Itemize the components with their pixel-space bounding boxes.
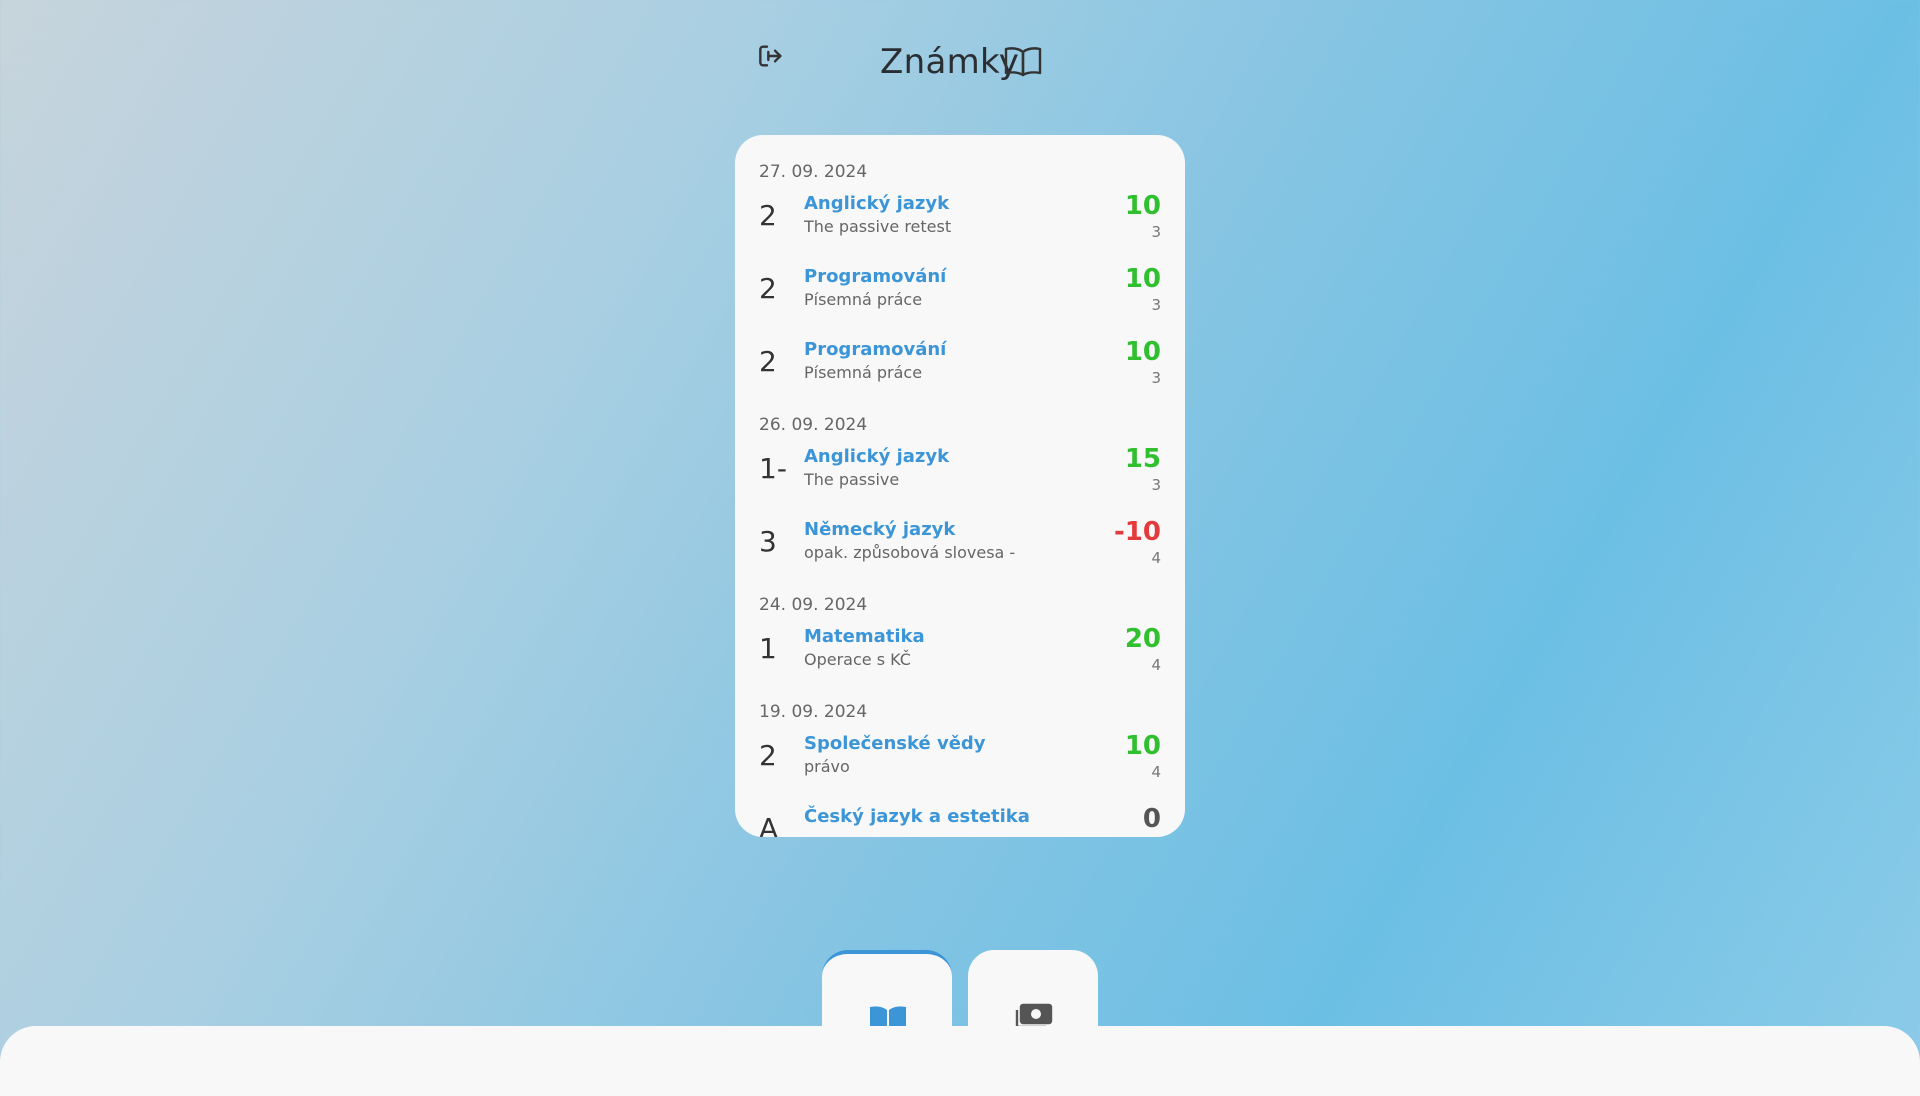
grade-value: 2: [759, 739, 777, 772]
grade-row[interactable]: 1- Anglický jazyk The passive 15 3: [759, 440, 1161, 513]
subject-name: Matematika: [804, 626, 925, 647]
open-book-icon: [1003, 44, 1043, 78]
grade-value: 2: [759, 272, 777, 305]
grade-row[interactable]: 2 Anglický jazyk The passive retest 10 3: [759, 187, 1161, 260]
weight-value: 3: [1151, 223, 1161, 241]
grade-value: 1-: [759, 452, 787, 485]
grade-description: The passive: [804, 470, 900, 489]
points-value: 10: [1124, 191, 1161, 221]
grades-card[interactable]: 27. 09. 2024 2 Anglický jazyk The passive r…: [735, 135, 1185, 837]
grade-description: opak. způsobová slovesa -: [804, 543, 1016, 562]
logout-icon[interactable]: [755, 40, 787, 72]
points-value: 15: [1124, 444, 1161, 474]
grade-description: právo: [804, 757, 850, 776]
date-heading: 24. 09. 2024: [759, 595, 868, 615]
date-heading: 26. 09. 2024: [759, 415, 868, 435]
grade-description: The passive retest: [804, 217, 952, 236]
subject-name: Společenské vědy: [804, 733, 986, 754]
points-value: 10: [1124, 337, 1161, 367]
grade-value: 2: [759, 199, 777, 232]
bottom-bar: [0, 1026, 1920, 1096]
points-value: 10: [1124, 264, 1161, 294]
grade-description: Písemná práce: [804, 290, 923, 309]
page-title: Známky: [880, 42, 1020, 82]
points-value: 0: [1142, 804, 1161, 834]
weight-value: 4: [1151, 656, 1161, 674]
grade-value: 2: [759, 345, 777, 378]
points-value: -10: [1114, 517, 1161, 547]
subject-name: Programování: [804, 266, 947, 287]
grade-row[interactable]: 1 Matematika Operace s KČ 20 4: [759, 620, 1161, 693]
header: Známky: [0, 18, 1920, 82]
date-heading: 27. 09. 2024: [759, 162, 868, 182]
grade-row[interactable]: 3 Německý jazyk opak. způsobová slovesa - -…: [759, 513, 1161, 586]
grade-description: Písemná práce: [804, 363, 923, 382]
weight-value: 4: [1151, 549, 1161, 567]
grade-row[interactable]: 2 Programování Písemná práce 10 3: [759, 333, 1161, 406]
weight-value: 4: [1151, 763, 1161, 781]
grades-list: 27. 09. 2024 2 Anglický jazyk The passive r…: [735, 135, 1185, 837]
points-value: 10: [1124, 731, 1161, 761]
date-heading: 19. 09. 2024: [759, 702, 868, 722]
grade-value: 3: [759, 525, 777, 558]
weight-value: 3: [1151, 296, 1161, 314]
grade-description: Operace s KČ: [804, 650, 911, 669]
grade-value: 1: [759, 632, 777, 665]
subject-name: Programování: [804, 339, 947, 360]
weight-value: 3: [1151, 476, 1161, 494]
points-value: 20: [1124, 624, 1161, 654]
weight-value: 3: [1151, 369, 1161, 387]
subject-name: Anglický jazyk: [804, 193, 950, 214]
grade-row[interactable]: A Český jazyk a estetika 0: [759, 800, 1161, 837]
grade-row[interactable]: 2 Programování Písemná práce 10 3: [759, 260, 1161, 333]
subject-name: Český jazyk a estetika: [804, 806, 1030, 827]
grade-value: A: [759, 812, 779, 837]
subject-name: Německý jazyk: [804, 519, 956, 540]
subject-name: Anglický jazyk: [804, 446, 950, 467]
grade-row[interactable]: 2 Společenské vědy právo 10 4: [759, 727, 1161, 800]
